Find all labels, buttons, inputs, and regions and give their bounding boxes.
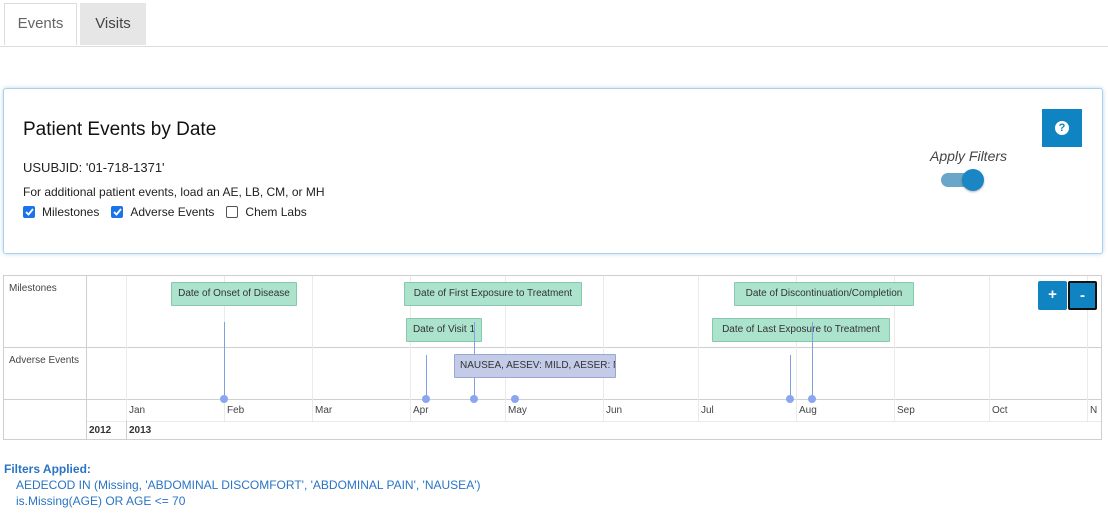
month-gridline xyxy=(603,276,604,421)
month-gridline xyxy=(989,276,990,421)
patient-events-panel: Patient Events by Date USUBJID: '01-718-… xyxy=(3,88,1103,254)
event-dot[interactable] xyxy=(786,395,794,403)
row-label-adverse-events: Adverse Events xyxy=(9,355,80,366)
event-dot[interactable] xyxy=(808,395,816,403)
row-divider xyxy=(4,347,1101,348)
label-column-divider xyxy=(86,276,87,439)
event-stem xyxy=(790,355,791,399)
help-button[interactable]: ? xyxy=(1042,109,1082,147)
adverse-event[interactable]: NAUSEA, AESEV: MILD, AESER: N xyxy=(454,354,616,378)
filter-item: is.Missing(AGE) OR AGE <= 70 xyxy=(16,494,186,508)
chem-labs-checkbox[interactable]: Chem Labs xyxy=(226,205,307,219)
zoom-out-button[interactable]: - xyxy=(1068,281,1097,310)
apply-filters-label: Apply Filters xyxy=(930,148,1008,164)
axis-divider xyxy=(86,421,1101,422)
tab-events[interactable]: Events xyxy=(4,3,77,45)
event-dot[interactable] xyxy=(220,395,228,403)
event-stem xyxy=(812,322,813,399)
zoom-in-button[interactable]: + xyxy=(1038,281,1067,310)
milestone-event[interactable]: Date of Visit 1 xyxy=(406,318,482,342)
check-icon xyxy=(111,206,124,218)
adverse-events-checkbox[interactable]: Adverse Events xyxy=(111,205,214,219)
month-label-oct: Oct xyxy=(992,405,1008,416)
month-label-jun: Jun xyxy=(606,405,623,416)
year-label-2012: 2012 xyxy=(89,425,112,436)
month-gridline xyxy=(312,276,313,421)
row-label-milestones: Milestones xyxy=(9,283,57,294)
usubjid-text: USUBJID: '01-718-1371' xyxy=(23,160,165,175)
adverse-events-label: Adverse Events xyxy=(130,205,215,219)
month-label-mar: Mar xyxy=(315,405,333,416)
month-label-aug: Aug xyxy=(799,405,817,416)
milestone-event[interactable]: Date of Discontinuation/Completion xyxy=(734,282,914,306)
milestones-checkbox[interactable]: Milestones xyxy=(23,205,99,219)
event-dot[interactable] xyxy=(511,395,519,403)
apply-filters-toggle[interactable] xyxy=(941,169,985,191)
month-gridline xyxy=(698,276,699,421)
unchecked-box-icon xyxy=(226,206,239,218)
milestone-event[interactable]: Date of Onset of Disease xyxy=(171,282,297,306)
milestone-event[interactable]: Date of First Exposure to Treatment xyxy=(404,282,582,306)
toggle-knob xyxy=(962,169,984,191)
row-divider xyxy=(4,399,1101,400)
month-label-jul: Jul xyxy=(701,405,714,416)
milestone-event[interactable]: Date of Last Exposure to Treatment xyxy=(712,318,890,342)
tab-visits[interactable]: Visits xyxy=(80,3,146,45)
chem-labs-label: Chem Labs xyxy=(245,205,307,219)
event-type-checkboxes: Milestones Adverse Events Chem Labs xyxy=(23,205,319,219)
event-stem xyxy=(426,355,427,399)
patient-timeline: Milestones Adverse Events 2012 2013 Jan F… xyxy=(3,275,1102,440)
month-label-sep: Sep xyxy=(897,405,915,416)
month-label-may: May xyxy=(508,405,527,416)
tab-bar: Events Visits xyxy=(0,0,1108,47)
month-label-apr: Apr xyxy=(413,405,429,416)
month-label-n: N xyxy=(1090,405,1098,416)
question-circle-icon: ? xyxy=(1055,121,1069,135)
event-dot[interactable] xyxy=(422,395,430,403)
year-label-2013: 2013 xyxy=(129,425,152,436)
event-stem xyxy=(224,322,225,399)
month-gridline xyxy=(126,276,127,421)
filters-applied-title: Filters Applied: xyxy=(4,462,91,476)
filter-item: AEDECOD IN (Missing, 'ABDOMINAL DISCOMFO… xyxy=(16,478,481,492)
check-icon xyxy=(23,206,35,218)
page-title: Patient Events by Date xyxy=(23,119,217,140)
load-events-note: For additional patient events, load an A… xyxy=(23,185,325,199)
month-label-jan: Jan xyxy=(129,405,146,416)
milestones-label: Milestones xyxy=(42,205,100,219)
event-dot[interactable] xyxy=(470,395,478,403)
month-label-feb: Feb xyxy=(227,405,245,416)
